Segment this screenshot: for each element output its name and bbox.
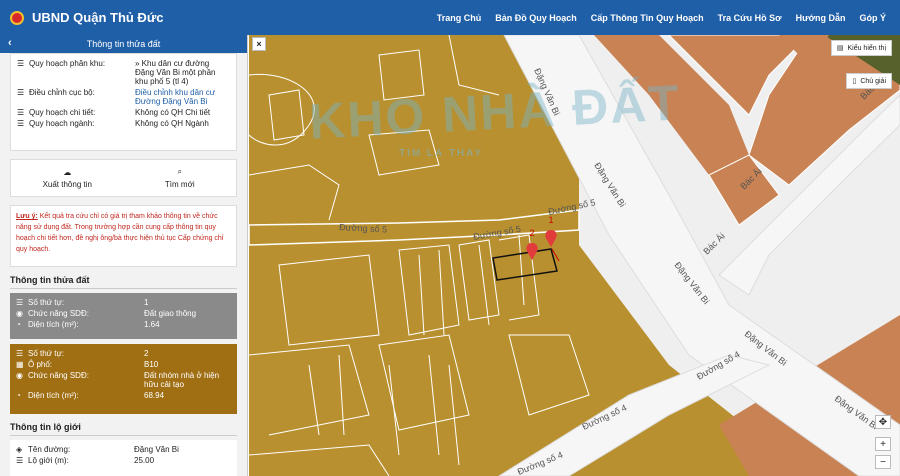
panel-header: ‹ Thông tin thửa đất	[0, 35, 247, 53]
emblem-icon	[10, 10, 24, 25]
local-adjustment-link[interactable]: Điều chỉnh khu dân cư Đường Đặng Văn Bi	[135, 88, 230, 106]
back-icon[interactable]: ‹	[8, 37, 12, 49]
parcel-section-title: Thông tin thửa đất	[10, 275, 237, 289]
grid-icon: ▦	[16, 360, 24, 369]
list-icon: ☰	[16, 456, 24, 465]
road-icon: ◈	[16, 445, 23, 454]
nav-records-lookup[interactable]: Tra Cứu Hồ Sơ	[718, 13, 782, 23]
planning-row: ☰ Quy hoạch chi tiết: Không có QH Chi ti…	[17, 108, 211, 117]
close-panel-button[interactable]: ×	[252, 37, 266, 51]
pie-icon: ◔	[16, 391, 21, 400]
nav-home[interactable]: Trang Chủ	[437, 13, 482, 23]
road-info-card: ◈ Tên đường: Đặng Văn Bi ☰ Lộ giới (m): 25.0…	[10, 440, 237, 476]
nav-guide[interactable]: Hướng Dẫn	[796, 13, 846, 23]
nav-feedback[interactable]: Góp Ý	[860, 13, 887, 23]
display-style-button[interactable]: ▤ Kiểu hiển thị	[830, 40, 892, 56]
planning-card: ☰ Quy hoạch phân khu: » Khu dân cư đường…	[10, 53, 237, 151]
list-icon: ☰	[16, 298, 24, 307]
road-section-title: Thông tin lộ giới	[10, 422, 237, 436]
list-icon: ☰	[17, 119, 25, 128]
globe-icon: ◉	[16, 309, 23, 318]
top-bar: UBND Quận Thủ Đức Trang Chủ Bản Đồ Quy H…	[0, 0, 900, 35]
app-title[interactable]: UBND Quận Thủ Đức	[32, 10, 163, 25]
locate-button[interactable]: ✥	[875, 415, 891, 429]
nav-planning-map[interactable]: Bản Đồ Quy Hoạch	[495, 13, 577, 23]
search-icon: ⌕	[177, 167, 182, 176]
list-icon: ☰	[17, 59, 25, 68]
new-search-button[interactable]: ⌕ Tìm mới	[124, 160, 237, 196]
planning-row: ☰ Điều chỉnh cục bộ: Điều chỉnh khu dân …	[17, 88, 230, 106]
crosshair-icon: ✥	[878, 416, 888, 428]
list-icon: ☰	[16, 349, 24, 358]
panel-title: Thông tin thửa đất	[86, 39, 161, 49]
main-nav: Trang Chủ Bản Đồ Quy Hoạch Cấp Thông Tin…	[437, 0, 886, 35]
planning-row: ☰ Quy hoạch phân khu: » Khu dân cư đường…	[17, 59, 216, 86]
pie-icon: ◔	[16, 320, 21, 329]
watermark-subtitle: TIM LA THAY	[399, 148, 484, 159]
globe-icon: ◉	[16, 371, 23, 380]
planning-row: ☰ Quy hoạch ngành: Không có QH Ngành	[17, 119, 209, 128]
list-icon: ☰	[17, 88, 25, 97]
zoom-in-button[interactable]: +	[875, 437, 891, 451]
export-button[interactable]: ☁ Xuất thông tin	[11, 160, 124, 196]
planning-map[interactable]: 1 2 Đặng Văn Bi Đặng Văn Bi Đặng Văn Bi …	[249, 35, 900, 476]
zoom-out-button[interactable]: −	[875, 455, 891, 469]
legend-button[interactable]: ▯ Chú giải	[846, 73, 892, 89]
layers-icon: ▤	[836, 45, 844, 52]
nav-planning-info[interactable]: Cấp Thông Tin Quy Hoạch	[591, 13, 704, 23]
parcel-info-panel: ‹ Thông tin thửa đất ☰ Quy hoạch phân kh…	[0, 35, 248, 476]
parcel-2-box: ☰ Số thứ tự: 2 ▦ Ô phố: B10 ◉ Chức năng SDĐ: Đ…	[10, 344, 237, 414]
document-icon: ▯	[852, 78, 857, 85]
disclaimer-note: Lưu ý: Kết quả tra cứu chỉ có giá trị th…	[10, 205, 237, 267]
svg-text:2: 2	[529, 228, 534, 238]
action-bar: ☁ Xuất thông tin ⌕ Tìm mới	[10, 159, 237, 197]
cloud-download-icon: ☁	[63, 167, 72, 177]
list-icon: ☰	[17, 108, 25, 117]
parcel-1-box: ☰ Số thứ tự: 1 ◉ Chức năng SDĐ: Đất giao thô…	[10, 293, 237, 339]
